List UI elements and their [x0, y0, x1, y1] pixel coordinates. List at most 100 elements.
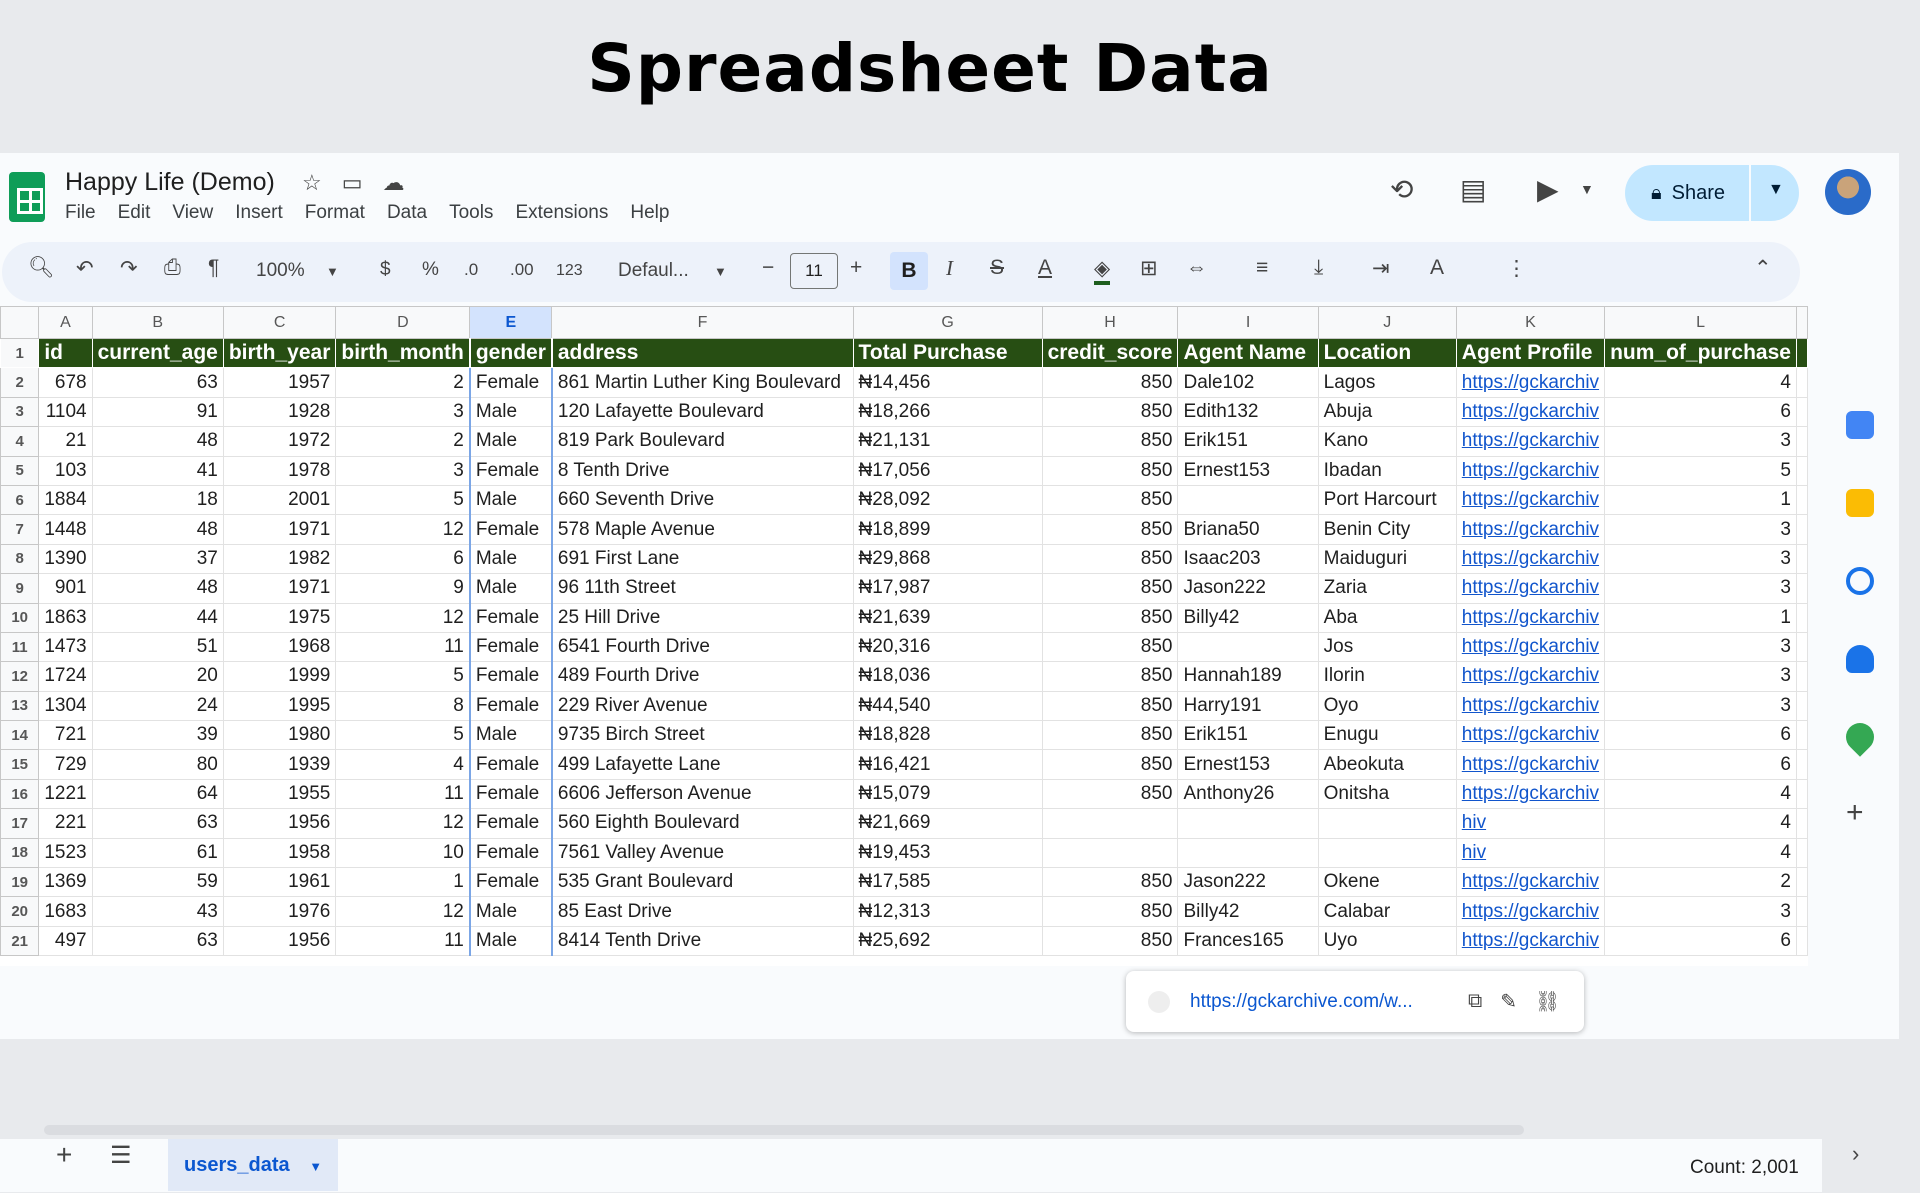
- menu-item-tools[interactable]: Tools: [449, 202, 493, 224]
- cell-year[interactable]: 1978: [222, 455, 337, 486]
- cell-address[interactable]: 578 Maple Avenue: [551, 514, 854, 545]
- cell-age[interactable]: 39: [91, 720, 224, 751]
- cell-empty[interactable]: [1796, 484, 1808, 516]
- cell-purchases[interactable]: 6: [1604, 396, 1797, 428]
- undo-icon[interactable]: ↶: [76, 256, 94, 281]
- keep-icon[interactable]: [1846, 489, 1874, 517]
- cell-gender[interactable]: Female: [468, 367, 553, 398]
- cell-credit[interactable]: 850: [1041, 396, 1179, 428]
- remove-link-icon[interactable]: ⛓: [1535, 989, 1560, 1014]
- cell-year[interactable]: 1928: [222, 396, 337, 428]
- cell-id[interactable]: 1683: [38, 896, 93, 927]
- cell-id[interactable]: 1884: [38, 484, 93, 516]
- merge-cells-icon[interactable]: ⇔: [1186, 256, 1207, 280]
- cell-empty[interactable]: [1796, 396, 1808, 428]
- cell-credit[interactable]: 850: [1041, 514, 1179, 545]
- cell-total[interactable]: ₦28,092: [852, 484, 1043, 516]
- cell-gender[interactable]: Male: [468, 573, 553, 604]
- italic-button[interactable]: I: [946, 256, 953, 281]
- more-options-icon[interactable]: ⋮: [1506, 256, 1527, 281]
- cell-profile[interactable]: https://gckarchiv: [1455, 631, 1606, 663]
- cell-credit[interactable]: 850: [1041, 631, 1179, 663]
- cell-credit[interactable]: 850: [1041, 749, 1179, 780]
- document-title[interactable]: Happy Life (Demo): [65, 168, 275, 197]
- menu-item-insert[interactable]: Insert: [235, 202, 283, 224]
- cell-agent[interactable]: Billy42: [1177, 602, 1319, 633]
- cell-month[interactable]: 5: [335, 720, 471, 751]
- cell-year[interactable]: 1961: [222, 867, 337, 898]
- row-header[interactable]: 17: [0, 808, 40, 839]
- cell-total[interactable]: ₦17,056: [852, 455, 1043, 486]
- cell-empty[interactable]: [1796, 867, 1808, 898]
- cell-location[interactable]: Zaria: [1317, 573, 1457, 604]
- column-header-l[interactable]: L: [1604, 306, 1797, 339]
- cell-location[interactable]: [1317, 808, 1457, 839]
- cell-total[interactable]: ₦16,421: [852, 749, 1043, 780]
- paint-format-icon[interactable]: ¶: [208, 256, 219, 280]
- cell-credit[interactable]: 850: [1041, 573, 1179, 604]
- cell-agent[interactable]: Ernest153: [1177, 455, 1319, 486]
- row-header[interactable]: 3: [0, 396, 40, 428]
- cell-address[interactable]: 691 First Lane: [551, 543, 854, 575]
- cell-year[interactable]: 1958: [222, 837, 337, 869]
- column-header-f[interactable]: F: [551, 306, 854, 339]
- header-cell[interactable]: Total Purchase: [852, 337, 1043, 369]
- cell-location[interactable]: Oyo: [1317, 690, 1457, 722]
- row-header[interactable]: 12: [0, 661, 40, 692]
- tasks-icon[interactable]: [1846, 567, 1874, 595]
- cell-empty[interactable]: [1796, 808, 1808, 839]
- cell-year[interactable]: 1982: [222, 543, 337, 575]
- cell-agent[interactable]: Anthony26: [1177, 778, 1319, 810]
- cell-gender[interactable]: Female: [468, 749, 553, 780]
- cell-gender[interactable]: Female: [468, 631, 553, 663]
- cell-gender[interactable]: Male: [468, 396, 553, 428]
- cell-profile[interactable]: https://gckarchiv: [1455, 426, 1606, 457]
- cell-month[interactable]: 1: [335, 867, 471, 898]
- cell-location[interactable]: Ilorin: [1317, 661, 1457, 692]
- cell-location[interactable]: Onitsha: [1317, 778, 1457, 810]
- cell-empty[interactable]: [1796, 925, 1808, 957]
- cell-credit[interactable]: 850: [1041, 720, 1179, 751]
- cell-purchases[interactable]: 6: [1604, 720, 1797, 751]
- borders-icon[interactable]: ⊞: [1140, 256, 1158, 281]
- cell-location[interactable]: Maiduguri: [1317, 543, 1457, 575]
- cell-gender[interactable]: Male: [468, 484, 553, 516]
- row-header[interactable]: 21: [0, 925, 40, 957]
- cell-credit[interactable]: 850: [1041, 484, 1179, 516]
- cell-agent[interactable]: Ernest153: [1177, 749, 1319, 780]
- cell-age[interactable]: 18: [91, 484, 224, 516]
- cell-address[interactable]: 499 Lafayette Lane: [551, 749, 854, 780]
- calendar-icon[interactable]: [1846, 411, 1874, 439]
- cell-purchases[interactable]: 3: [1604, 543, 1797, 575]
- more-formats-button[interactable]: 123: [556, 262, 583, 280]
- cell-profile[interactable]: https://gckarchiv: [1455, 720, 1606, 751]
- copy-link-icon[interactable]: ⧉: [1468, 990, 1482, 1013]
- cell-profile[interactable]: https://gckarchiv: [1455, 484, 1606, 516]
- cell-purchases[interactable]: 4: [1604, 778, 1797, 810]
- cell-year[interactable]: 1975: [222, 602, 337, 633]
- cell-month[interactable]: 4: [335, 749, 471, 780]
- strikethrough-button[interactable]: S: [990, 256, 1004, 280]
- cell-year[interactable]: 1955: [222, 778, 337, 810]
- column-header-a[interactable]: A: [38, 306, 93, 339]
- row-header[interactable]: 1: [0, 337, 40, 369]
- zoom-select[interactable]: 100%: [256, 260, 305, 282]
- column-header-m[interactable]: [1796, 306, 1808, 339]
- sheets-logo-icon[interactable]: [9, 172, 45, 222]
- cell-agent[interactable]: Harry191: [1177, 690, 1319, 722]
- cell-address[interactable]: 6541 Fourth Drive: [551, 631, 854, 663]
- cell-agent[interactable]: Jason222: [1177, 867, 1319, 898]
- vertical-align-icon[interactable]: ⤓: [1314, 256, 1323, 280]
- column-header-h[interactable]: H: [1041, 306, 1179, 339]
- expand-side-panel-icon[interactable]: ›: [1852, 1141, 1859, 1167]
- cell-total[interactable]: ₦25,692: [852, 925, 1043, 957]
- cell-gender[interactable]: Female: [468, 690, 553, 722]
- cell-purchases[interactable]: 4: [1604, 837, 1797, 869]
- decrease-font-size-icon[interactable]: −: [762, 256, 774, 280]
- cell-address[interactable]: 229 River Avenue: [551, 690, 854, 722]
- cell-total[interactable]: ₦18,899: [852, 514, 1043, 545]
- header-cell[interactable]: [1796, 337, 1808, 369]
- cell-agent[interactable]: Frances165: [1177, 925, 1319, 957]
- row-header[interactable]: 18: [0, 837, 40, 869]
- cell-month[interactable]: 9: [335, 573, 471, 604]
